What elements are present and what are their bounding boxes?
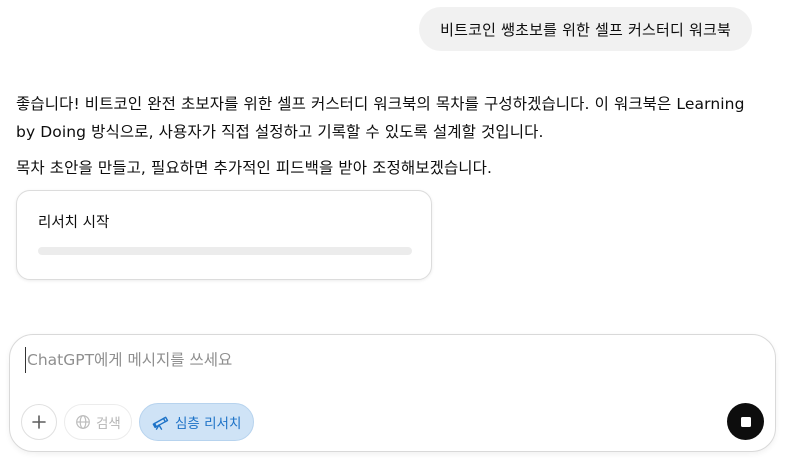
stop-generating-button[interactable] xyxy=(727,403,764,440)
search-button[interactable]: 검색 xyxy=(64,404,132,440)
plus-icon xyxy=(31,414,47,430)
user-message-text: 비트코인 쌩초보를 위한 셀프 커스터디 워크북 xyxy=(440,20,731,39)
message-composer: 검색 심층 리서치 xyxy=(9,334,776,452)
user-message-bubble: 비트코인 쌩초보를 위한 셀프 커스터디 워크북 xyxy=(419,7,752,51)
assistant-message: 좋습니다! 비트코인 완전 초보자를 위한 셀프 커스터디 워크북의 목차를 구… xyxy=(16,90,761,182)
globe-icon xyxy=(75,414,91,430)
research-status-card[interactable]: 리서치 시작 xyxy=(16,190,432,280)
deep-research-label: 심층 리서치 xyxy=(175,416,242,432)
search-button-label: 검색 xyxy=(96,416,121,432)
research-card-title: 리서치 시작 xyxy=(38,215,110,231)
stop-icon xyxy=(740,416,751,427)
deep-research-button[interactable]: 심층 리서치 xyxy=(139,403,255,441)
message-input[interactable] xyxy=(25,347,745,373)
research-progress-bar xyxy=(38,247,412,255)
add-attachment-button[interactable] xyxy=(21,404,57,440)
assistant-paragraph-2: 목차 초안을 만들고, 필요하면 추가적인 피드백을 받아 조정해보겠습니다. xyxy=(16,159,493,177)
telescope-icon xyxy=(152,414,169,431)
assistant-paragraph-1: 좋습니다! 비트코인 완전 초보자를 위한 셀프 커스터디 워크북의 목차를 구… xyxy=(16,95,745,141)
chat-page: 비트코인 쌩초보를 위한 셀프 커스터디 워크북 좋습니다! 비트코인 완전 초… xyxy=(0,0,785,459)
